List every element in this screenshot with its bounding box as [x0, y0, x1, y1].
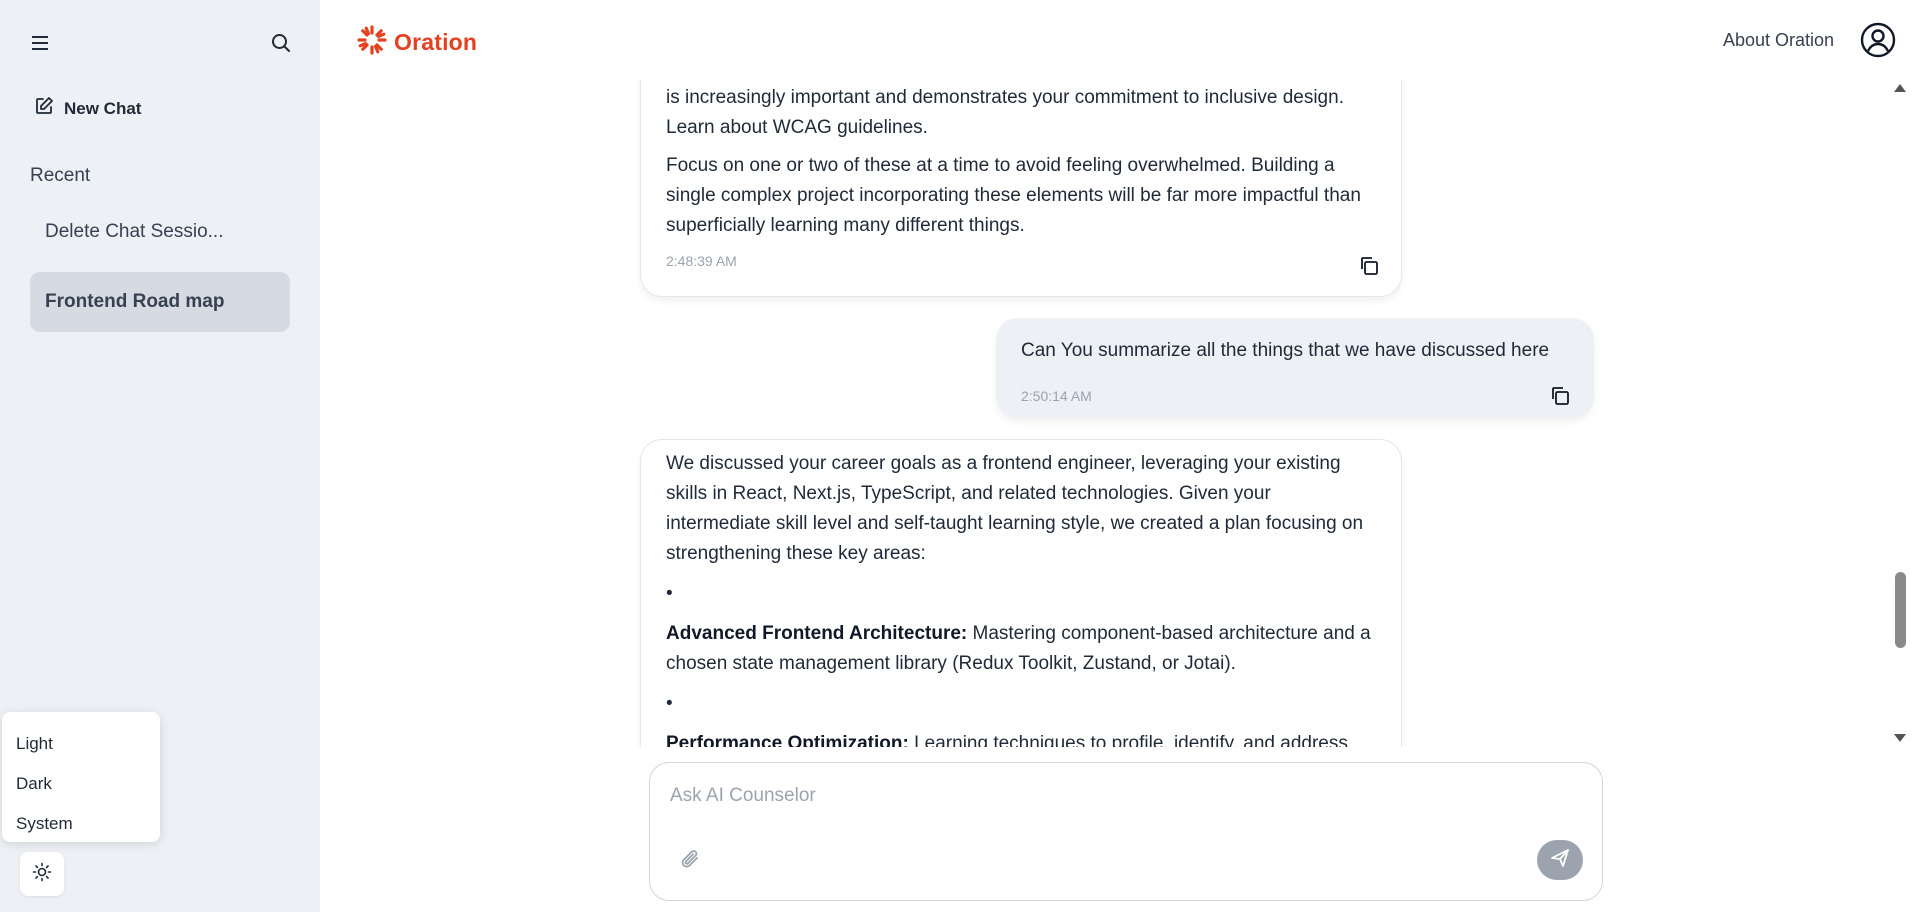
- theme-menu: Light Dark System: [2, 712, 160, 842]
- sidebar-item-session[interactable]: Delete Chat Sessio...: [30, 202, 290, 262]
- brand-name: Oration: [394, 29, 478, 55]
- theme-option-dark[interactable]: Dark: [2, 764, 160, 804]
- about-link[interactable]: About Oration: [1723, 30, 1834, 51]
- message-paragraph: We discussed your career goals as a fron…: [666, 453, 1364, 564]
- copy-icon[interactable]: [1549, 385, 1571, 407]
- sunburst-logo-icon: [356, 24, 388, 61]
- search-icon[interactable]: [268, 30, 294, 56]
- session-label: Frontend Road map: [45, 291, 225, 312]
- composer-box: [649, 762, 1603, 901]
- bullet-marker: •: [666, 583, 673, 604]
- brand-logo[interactable]: Oration: [356, 24, 477, 61]
- assistant-message: We discussed your career goals as a fron…: [640, 439, 1402, 747]
- bullet-marker: •: [666, 693, 673, 714]
- user-avatar-icon[interactable]: [1860, 22, 1896, 58]
- bullet-item: Performance Optimization: Learning techn…: [666, 729, 1376, 747]
- scroll-up-arrow[interactable]: [1894, 84, 1906, 92]
- recent-heading: Recent: [30, 165, 91, 186]
- theme-option-system[interactable]: System: [2, 804, 160, 844]
- new-chat-button[interactable]: New Chat: [34, 96, 141, 121]
- scroll-down-arrow[interactable]: [1894, 734, 1906, 742]
- sidebar-item-session-active[interactable]: Frontend Road map: [30, 272, 290, 332]
- message-paragraph: Focus on one or two of these at a time t…: [666, 155, 1361, 236]
- bullet-title: Advanced Frontend Architecture:: [666, 623, 968, 644]
- edit-icon: [34, 96, 54, 121]
- sidebar: New Chat Recent Delete Chat Sessio... Fr…: [0, 0, 320, 912]
- theme-option-light[interactable]: Light: [2, 724, 160, 764]
- bullet-title: Performance Optimization:: [666, 733, 909, 747]
- send-button[interactable]: [1537, 840, 1583, 880]
- send-icon: [1550, 848, 1570, 873]
- bullet-text: Learning techniques to profile, identify…: [908, 733, 1348, 747]
- message-paragraph: is increasingly important and demonstrat…: [666, 87, 1344, 138]
- session-label: Delete Chat Sessio...: [45, 221, 224, 242]
- top-header: Oration About Oration: [320, 0, 1920, 80]
- paperclip-icon[interactable]: [678, 847, 706, 875]
- assistant-message: is increasingly important and demonstrat…: [640, 80, 1402, 297]
- user-message: Can You summarize all the things that we…: [996, 318, 1594, 418]
- message-text: Can You summarize all the things that we…: [1021, 340, 1550, 361]
- copy-icon[interactable]: [1358, 255, 1380, 277]
- sun-icon: [32, 862, 52, 887]
- chat-messages: is increasingly important and demonstrat…: [320, 80, 1890, 747]
- sidebar-top-bar: [30, 30, 294, 56]
- menu-icon[interactable]: [28, 30, 54, 56]
- message-timestamp: 2:48:39 AM: [666, 253, 737, 269]
- chat-input[interactable]: [670, 785, 1570, 825]
- new-chat-label: New Chat: [64, 98, 142, 118]
- scrollbar-thumb[interactable]: [1895, 572, 1906, 648]
- theme-toggle-button[interactable]: [20, 852, 64, 896]
- message-timestamp: 2:50:14 AM: [1021, 388, 1092, 404]
- bullet-item: Advanced Frontend Architecture: Masterin…: [666, 619, 1376, 679]
